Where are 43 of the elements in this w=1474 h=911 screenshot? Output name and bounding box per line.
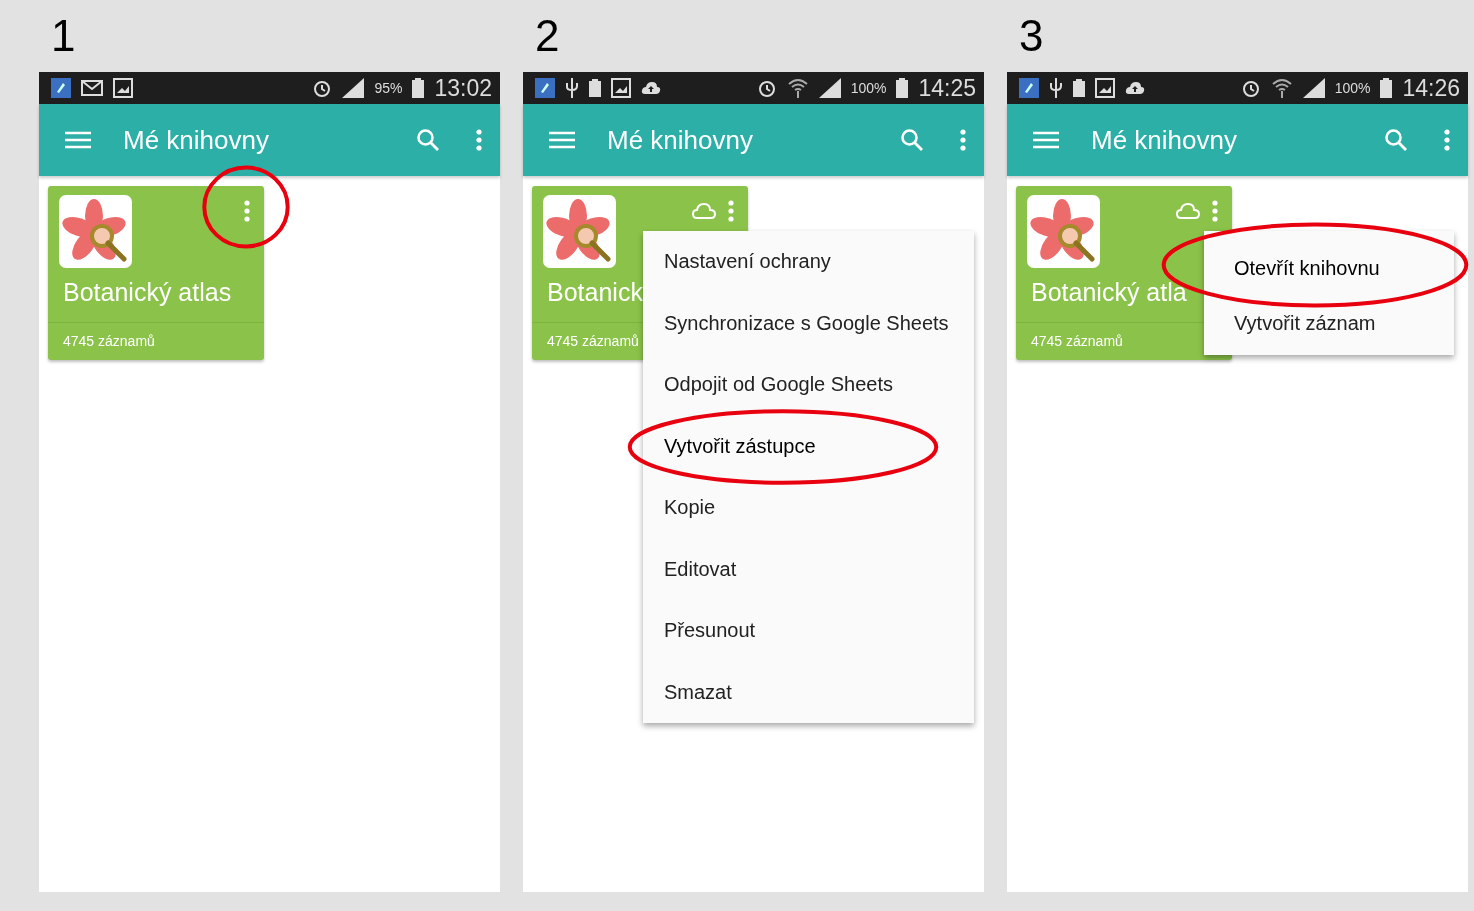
signal-icon [818, 78, 841, 98]
menu-item[interactable]: Kopie [643, 477, 974, 539]
battery-percent: 100% [850, 80, 887, 96]
cloud-upload-icon [641, 81, 661, 95]
clock-time: 14:26 [1402, 74, 1460, 102]
toolbar-title: Mé knihovny [1091, 124, 1238, 156]
battery-icon [1073, 79, 1085, 97]
clock-time: 13:02 [434, 74, 492, 102]
menu-item[interactable]: Vytvořit zástupce [643, 415, 974, 477]
signal-icon [1302, 78, 1325, 98]
library-title: Botanický atla [1030, 277, 1188, 308]
battery-percent: 95% [374, 80, 403, 96]
battery-percent: 100% [1334, 80, 1371, 96]
battery-icon [412, 78, 425, 98]
toolbar-title: Mé knihovny [607, 124, 754, 156]
menu-item[interactable]: Přesunout [643, 600, 974, 662]
toolbar-title: Mé knihovny [123, 124, 270, 156]
alarm-icon [312, 78, 333, 98]
image-icon [113, 78, 133, 98]
battery-icon [1380, 78, 1393, 98]
clock-time: 14:25 [918, 74, 976, 102]
battery-icon [896, 78, 909, 98]
image-icon [1095, 78, 1115, 98]
step-number: 3 [1019, 11, 1044, 60]
menu-item[interactable]: Editovat [643, 538, 974, 600]
app-icon [51, 78, 71, 98]
library-title: Botanický atlas [62, 277, 233, 308]
menu-item[interactable]: Smazat [643, 661, 974, 723]
image-icon [611, 78, 631, 98]
mail-icon [81, 80, 103, 96]
usb-icon [1049, 77, 1063, 99]
cloud-upload-icon [1125, 81, 1145, 95]
step-number: 2 [535, 11, 560, 60]
app-icon [535, 78, 555, 98]
alarm-icon [756, 78, 777, 98]
library-title: Botanick [546, 277, 644, 308]
step-number: 1 [51, 11, 76, 60]
signal-icon [342, 78, 365, 98]
usb-icon [565, 77, 579, 99]
battery-icon [589, 79, 601, 97]
app-icon [1019, 78, 1039, 98]
record-count: 4745 záznamů [48, 322, 264, 359]
alarm-icon [1240, 78, 1261, 98]
